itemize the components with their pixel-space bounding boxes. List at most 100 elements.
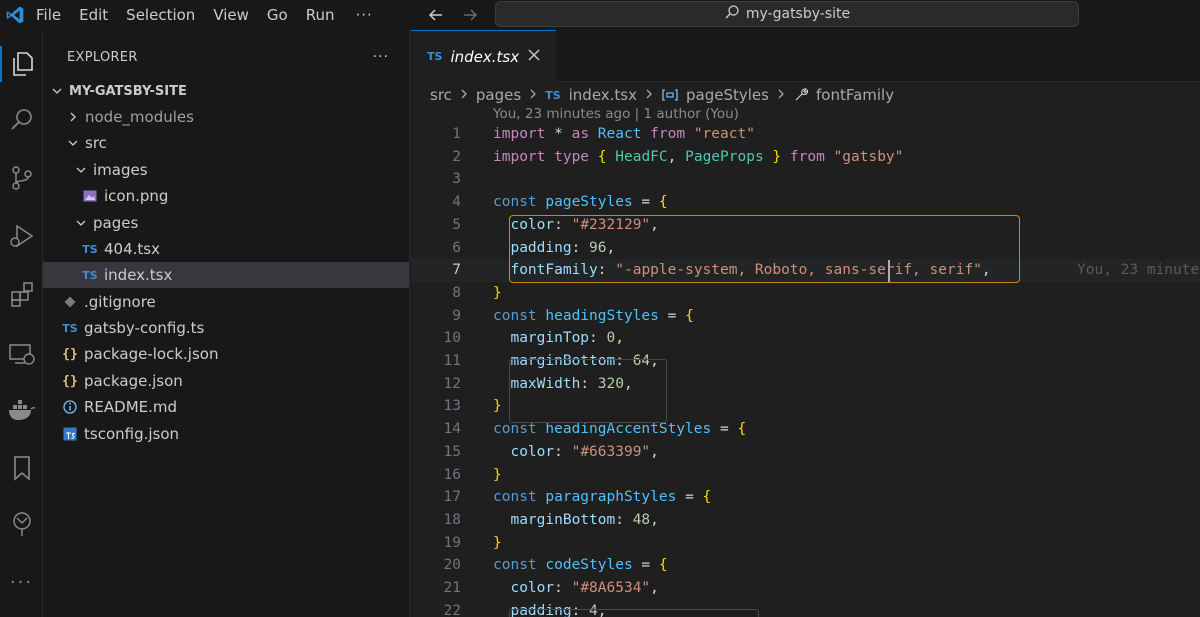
json-file-icon: {} <box>62 373 78 389</box>
tree-item-label: .gitignore <box>84 293 156 311</box>
menu-go[interactable]: Go <box>258 0 297 30</box>
inline-blame: You, 23 minute <box>1077 262 1200 279</box>
tree-item-icon-png[interactable]: icon.png <box>43 183 409 209</box>
tree-item-package-lock[interactable]: {} package-lock.json <box>43 341 409 367</box>
typescript-file-icon: TS <box>545 88 561 102</box>
line-number: 9 <box>452 307 461 324</box>
bookmark-icon[interactable] <box>0 444 43 492</box>
workspace-name: MY-GATSBY-SITE <box>69 83 187 99</box>
explorer-icon[interactable] <box>0 40 43 88</box>
breadcrumb-file[interactable]: index.tsx <box>569 86 637 104</box>
breadcrumb-pages[interactable]: pages <box>476 86 521 104</box>
command-center-label: my-gatsby-site <box>745 6 851 22</box>
code-line: 17 const paragraphStyles = { <box>411 486 1200 509</box>
tree-item-label: icon.png <box>104 187 169 205</box>
tree-item-index-tsx[interactable]: TS index.tsx <box>43 262 409 288</box>
explorer-more-icon[interactable]: ··· <box>373 49 389 65</box>
tree-item-node-modules[interactable]: node_modules <box>43 104 409 130</box>
menu-more-icon[interactable]: ··· <box>344 6 385 24</box>
docker-icon[interactable] <box>0 386 43 434</box>
tree-item-label: gatsby-config.ts <box>84 319 205 337</box>
tab-bar: TS index.tsx <box>411 30 1200 82</box>
forward-arrow-icon[interactable] <box>458 3 482 27</box>
tree-item-pages[interactable]: pages <box>43 210 409 236</box>
line-number: 10 <box>443 330 461 347</box>
line-number: 16 <box>443 466 461 483</box>
tree-item-images[interactable]: images <box>43 157 409 183</box>
line-number: 5 <box>452 216 461 233</box>
line-number: 7 <box>452 262 461 279</box>
close-icon[interactable] <box>526 47 542 63</box>
tree-item-404-tsx[interactable]: TS 404.tsx <box>43 236 409 262</box>
menu-run[interactable]: Run <box>297 0 344 30</box>
code-line: 18 marginBottom: 48, <box>411 509 1200 532</box>
command-center-search[interactable]: my-gatsby-site <box>495 1 1079 27</box>
line-number: 6 <box>452 239 461 256</box>
title-bar: File Edit Selection View Go Run ··· my-g… <box>0 0 1200 30</box>
chevron-right-icon <box>528 86 538 104</box>
tree-item-label: package.json <box>84 372 183 390</box>
line-number: 4 <box>452 194 461 211</box>
line-number: 14 <box>443 421 461 438</box>
tree-item-readme[interactable]: README.md <box>43 394 409 420</box>
code-line: 2 import type { HeadFC, PageProps } from … <box>411 146 1200 169</box>
menu-bar: File Edit Selection View Go Run ··· <box>30 0 385 30</box>
menu-edit[interactable]: Edit <box>70 0 117 30</box>
search-icon[interactable] <box>0 96 43 144</box>
back-arrow-icon[interactable] <box>424 3 448 27</box>
codelens-blame[interactable]: You, 23 minutes ago | 1 author (You) <box>493 106 739 122</box>
wrench-icon <box>793 87 809 103</box>
symbol-variable-icon <box>661 88 679 102</box>
typescript-file-icon: TS <box>82 242 98 256</box>
menu-file[interactable]: File <box>30 0 70 30</box>
line-number: 22 <box>443 602 461 617</box>
gitlens-icon[interactable] <box>0 500 43 548</box>
line-number: 19 <box>443 534 461 551</box>
code-line: 15 color: "#663399", <box>411 441 1200 464</box>
menu-view[interactable]: View <box>204 0 258 30</box>
chevron-down-icon <box>65 137 81 149</box>
more-icon[interactable]: ··· <box>0 558 43 606</box>
tab-index-tsx[interactable]: TS index.tsx <box>411 30 556 82</box>
vscode-logo-icon <box>0 0 30 30</box>
breadcrumb-symbol[interactable]: pageStyles <box>686 86 769 104</box>
breadcrumb: src pages TS index.tsx pageStyles fontFa… <box>430 82 894 108</box>
tree-root[interactable]: MY-GATSBY-SITE <box>43 78 409 104</box>
remote-explorer-icon[interactable] <box>0 330 43 378</box>
tree-item-label: src <box>85 134 107 152</box>
tree-item-tsconfig[interactable]: tsconfig.json <box>43 421 409 447</box>
explorer-header: EXPLORER ··· <box>43 30 409 84</box>
tree-item-src[interactable]: src <box>43 130 409 156</box>
explorer-title: EXPLORER <box>67 49 138 65</box>
typescript-file-icon: TS <box>427 50 443 63</box>
tree-item-label: images <box>93 161 148 179</box>
line-number: 13 <box>443 398 461 415</box>
line-number: 12 <box>443 375 461 392</box>
tree-item-gitignore[interactable]: .gitignore <box>43 289 409 315</box>
extensions-icon[interactable] <box>0 270 43 318</box>
tree-item-label: README.md <box>84 398 178 416</box>
run-debug-icon[interactable] <box>0 212 43 260</box>
chevron-down-icon <box>73 164 89 176</box>
line-number: 1 <box>452 126 461 142</box>
text-cursor <box>888 260 890 282</box>
breadcrumb-property[interactable]: fontFamily <box>816 86 894 104</box>
breadcrumb-src[interactable]: src <box>430 86 452 104</box>
selection-highlight-box <box>509 215 1020 283</box>
code-line: 3 <box>411 168 1200 191</box>
typescript-file-icon: TS <box>82 268 98 282</box>
menu-selection[interactable]: Selection <box>117 0 204 30</box>
tree-item-label: pages <box>93 214 139 232</box>
tree-item-gatsby-config[interactable]: TS gatsby-config.ts <box>43 315 409 341</box>
code-line: 9 const headingStyles = { <box>411 305 1200 328</box>
line-number: 3 <box>452 171 461 188</box>
tree-item-package-json[interactable]: {} package.json <box>43 368 409 394</box>
line-number: 11 <box>443 353 461 369</box>
source-control-icon[interactable] <box>0 154 43 202</box>
explorer-sidebar: EXPLORER ··· MY-GATSBY-SITE node_modules… <box>43 30 410 617</box>
json-file-icon: {} <box>62 346 78 362</box>
chevron-right-icon <box>776 86 786 104</box>
code-line: 20 const codeStyles = { <box>411 554 1200 577</box>
line-number: 8 <box>452 284 461 301</box>
gitignore-file-icon <box>61 296 79 308</box>
